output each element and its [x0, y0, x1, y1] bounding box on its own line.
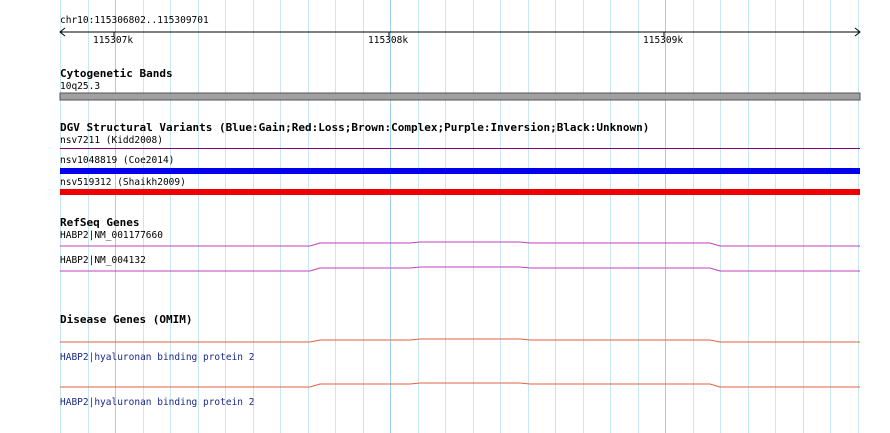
refseq-gene-2-line	[60, 266, 860, 272]
cytoband-label[interactable]: 10q25.3	[60, 81, 100, 93]
dgv-gain-bar	[60, 168, 860, 174]
disease-gene-1-line	[60, 338, 860, 343]
refseq-gene-label[interactable]: HABP2|NM_001177660	[60, 230, 163, 242]
refseq-track-title: RefSeq Genes	[60, 216, 140, 229]
ruler-tick-label: 115308k	[368, 35, 409, 46]
dgv-track-title: DGV Structural Variants (Blue:Gain;Red:L…	[60, 121, 650, 134]
disease-gene-label[interactable]: HABP2|hyaluronan binding protein 2	[60, 352, 254, 364]
dgv-item-label[interactable]: nsv1048819 (Coe2014)	[60, 155, 174, 167]
dgv-loss-bar	[60, 189, 860, 195]
disease-track-title: Disease Genes (OMIM)	[60, 313, 193, 326]
refseq-gene-label[interactable]: HABP2|NM_004132	[60, 255, 146, 267]
cytoband-bar	[59, 92, 861, 101]
ruler-tick-label: 115307k	[93, 35, 134, 46]
disease-gene-2-line	[60, 382, 860, 388]
dgv-item-label[interactable]: nsv7211 (Kidd2008)	[60, 135, 163, 147]
cytogenetic-track-title: Cytogenetic Bands	[60, 67, 173, 80]
disease-gene-label[interactable]: HABP2|hyaluronan binding protein 2	[60, 397, 254, 409]
ruler-tick-label: 115309k	[643, 35, 684, 46]
dgv-item-label[interactable]: nsv519312 (Shaikh2009)	[60, 177, 186, 189]
refseq-gene-1-line	[60, 241, 860, 247]
